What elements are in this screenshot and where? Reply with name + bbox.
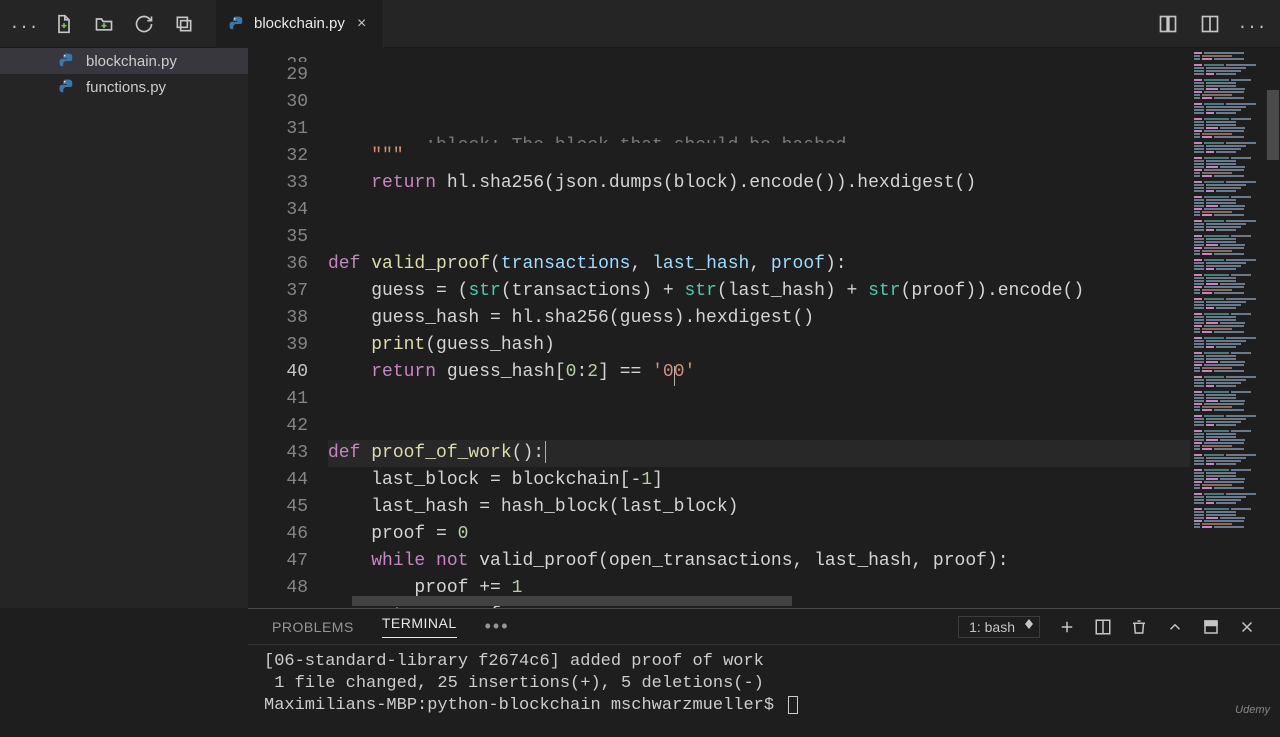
- terminal-selector[interactable]: 1: bash: [958, 616, 1040, 638]
- vertical-scrollbar[interactable]: [1267, 90, 1279, 160]
- horizontal-scrollbar[interactable]: [352, 596, 792, 606]
- split-terminal-icon[interactable]: [1094, 618, 1112, 636]
- tab-label: blockchain.py: [254, 15, 345, 32]
- kill-terminal-icon[interactable]: [1130, 618, 1148, 636]
- overflow-menu-icon[interactable]: ...: [12, 12, 36, 36]
- refresh-icon[interactable]: [132, 12, 156, 36]
- close-panel-icon[interactable]: [1238, 618, 1256, 636]
- editor-tab-active[interactable]: blockchain.py ×: [216, 0, 383, 48]
- watermark: Udemy: [1235, 704, 1270, 716]
- code-area[interactable]: :block: The block that should be hashed.…: [328, 48, 1190, 608]
- file-label: blockchain.py: [86, 53, 177, 70]
- titlebar: ... blockchain.py × ...: [0, 0, 1280, 48]
- new-terminal-icon[interactable]: [1058, 618, 1076, 636]
- file-label: functions.py: [86, 79, 166, 96]
- secondary-cursor: [674, 366, 675, 386]
- split-editor-icon[interactable]: [1198, 12, 1222, 36]
- file-item-blockchain[interactable]: blockchain.py: [0, 48, 248, 74]
- terminal-selector-label: 1: bash: [969, 619, 1015, 635]
- tab-more-icon[interactable]: ...: [1240, 12, 1264, 36]
- python-file-icon: [58, 78, 76, 96]
- explorer-sidebar: blockchain.py functions.py: [0, 48, 248, 608]
- chevron-up-icon[interactable]: [1166, 618, 1184, 636]
- titlebar-left: ...: [0, 12, 208, 36]
- new-folder-icon[interactable]: [92, 12, 116, 36]
- open-changes-icon[interactable]: [1156, 12, 1180, 36]
- panel-toolbar: 1: bash: [958, 616, 1256, 638]
- terminal-output[interactable]: [06-standard-library f2674c6] added proo…: [248, 645, 1280, 723]
- maximize-panel-icon[interactable]: [1202, 618, 1220, 636]
- python-file-icon: [228, 15, 246, 33]
- line-gutter: 2829303132333435363738394041424344454647…: [248, 48, 328, 608]
- code-editor[interactable]: 2829303132333435363738394041424344454647…: [248, 48, 1280, 608]
- panel-tabs: PROBLEMS TERMINAL ••• 1: bash: [248, 609, 1280, 645]
- new-file-icon[interactable]: [52, 12, 76, 36]
- tab-problems[interactable]: PROBLEMS: [272, 619, 354, 635]
- collapse-all-icon[interactable]: [172, 12, 196, 36]
- file-item-functions[interactable]: functions.py: [0, 74, 248, 100]
- close-icon[interactable]: ×: [353, 15, 371, 33]
- tab-terminal[interactable]: TERMINAL: [382, 615, 457, 638]
- bottom-panel: PROBLEMS TERMINAL ••• 1: bash [06-standa…: [248, 608, 1280, 720]
- tab-more-icon[interactable]: •••: [485, 616, 510, 637]
- titlebar-right: ...: [1156, 12, 1280, 36]
- python-file-icon: [58, 52, 76, 70]
